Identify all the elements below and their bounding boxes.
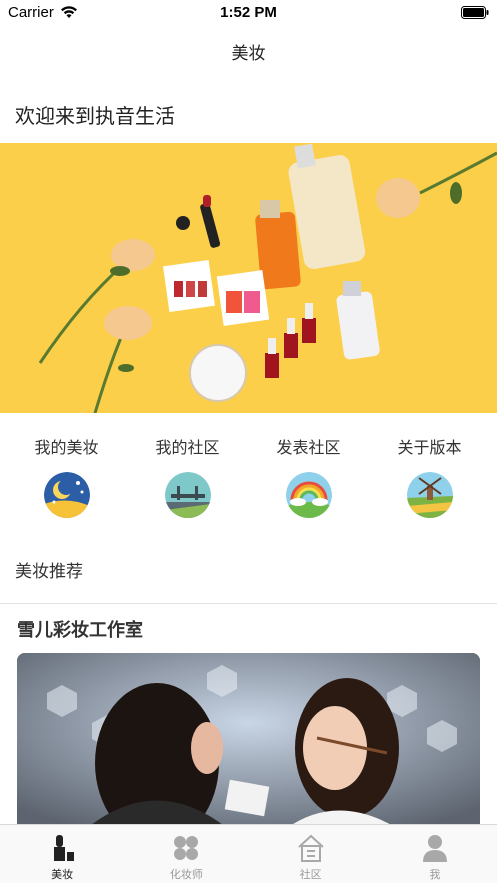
house-icon bbox=[297, 834, 324, 862]
tab-label: 美妆 bbox=[51, 868, 74, 881]
tab-bar: 美妆 化妆师 社区 我 bbox=[0, 824, 497, 883]
studio-photo[interactable] bbox=[17, 653, 480, 828]
rainbow-icon bbox=[286, 472, 332, 518]
quick-item-post-community[interactable]: 发表社区 bbox=[248, 432, 369, 522]
status-bar: Carrier 1:52 PM bbox=[0, 0, 497, 26]
quick-item-about-version[interactable]: 关于版本 bbox=[369, 432, 490, 522]
tab-makeup[interactable]: 美妆 bbox=[0, 825, 124, 883]
tab-label: 我 bbox=[429, 868, 441, 881]
tab-label: 化妆师 bbox=[169, 868, 203, 881]
cosmetics-illustration bbox=[0, 143, 497, 413]
clover-icon bbox=[174, 836, 199, 860]
tab-label: 社区 bbox=[299, 868, 322, 881]
tab-makeup-artist[interactable]: 化妆师 bbox=[124, 825, 248, 883]
quick-menu: 我的美妆 我的社区 发表社区 关于版本 bbox=[0, 432, 497, 522]
windmill-icon bbox=[407, 472, 453, 518]
quick-item-label: 我的社区 bbox=[155, 438, 220, 457]
divider bbox=[0, 603, 497, 604]
cosmetics-banner-image[interactable] bbox=[0, 143, 497, 413]
section-title-recommendations: 美妆推荐 bbox=[15, 562, 83, 582]
lipstick-icon bbox=[54, 835, 75, 861]
quick-item-label: 发表社区 bbox=[276, 438, 341, 457]
quick-item-my-community[interactable]: 我的社区 bbox=[127, 432, 248, 522]
person-icon bbox=[422, 835, 447, 862]
welcome-heading: 欢迎来到执音生活 bbox=[15, 104, 175, 128]
battery-icon bbox=[461, 6, 489, 19]
quick-item-my-makeup[interactable]: 我的美妆 bbox=[6, 432, 127, 522]
tab-me[interactable]: 我 bbox=[373, 825, 497, 883]
studio-title[interactable]: 雪儿彩妆工作室 bbox=[17, 616, 143, 642]
quick-item-label: 我的美妆 bbox=[34, 438, 99, 457]
bridge-landscape-icon bbox=[165, 472, 211, 518]
quick-item-label: 关于版本 bbox=[397, 438, 462, 457]
page-title: 美妆 bbox=[231, 44, 266, 64]
tab-community[interactable]: 社区 bbox=[249, 825, 373, 883]
makeup-artist-photo bbox=[17, 653, 480, 828]
status-time: 1:52 PM bbox=[220, 4, 277, 21]
moon-night-icon bbox=[44, 472, 90, 518]
